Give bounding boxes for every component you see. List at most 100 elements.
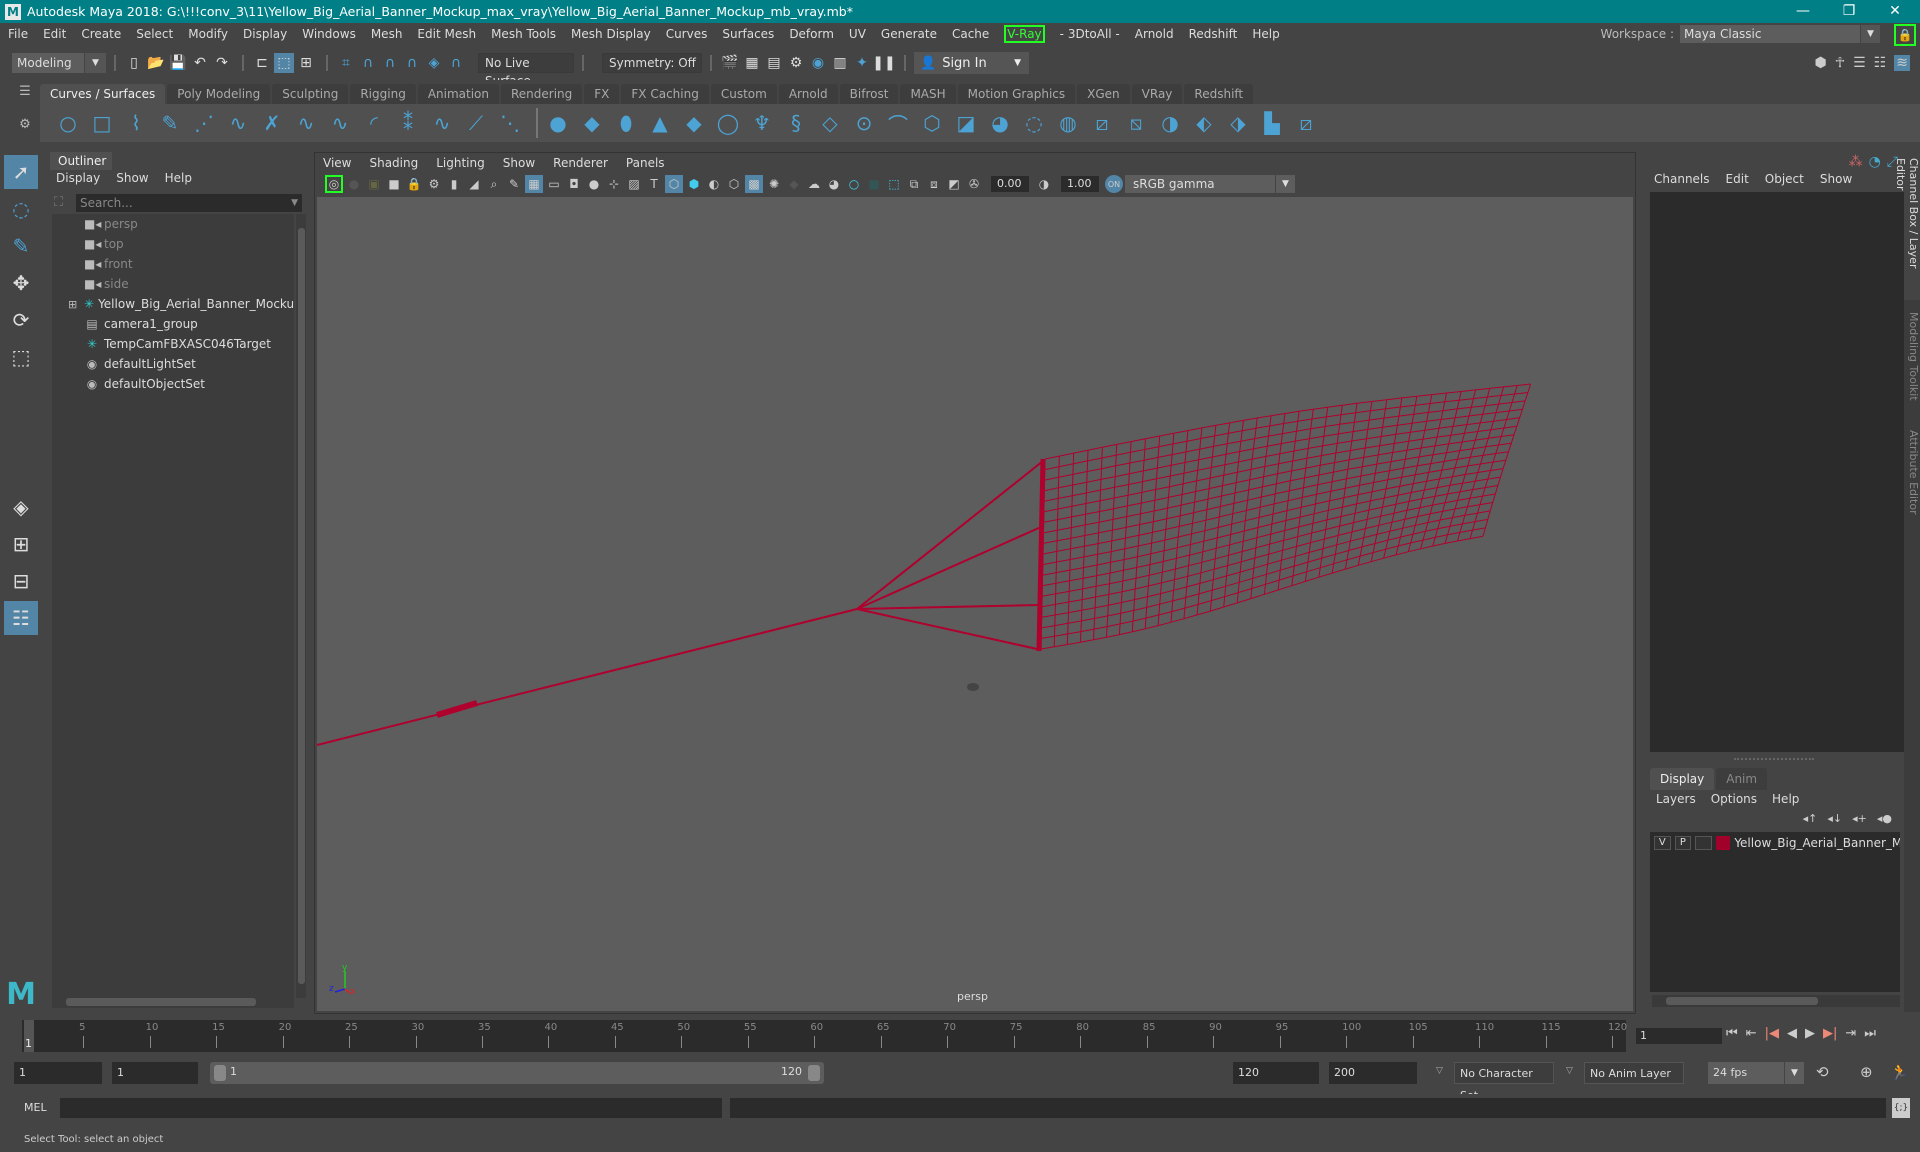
live-surface-field[interactable]: No Live Surface bbox=[478, 53, 574, 88]
move-layer-up-icon[interactable]: ◂↑ bbox=[1803, 812, 1818, 825]
command-input[interactable] bbox=[60, 1098, 722, 1118]
menu-edit-mesh[interactable]: Edit Mesh bbox=[417, 27, 476, 41]
loft-icon[interactable]: § bbox=[782, 109, 810, 137]
resolution-gate-icon[interactable]: ◘ bbox=[565, 175, 583, 193]
lock-camera-icon[interactable]: 🔒 bbox=[405, 175, 423, 193]
attribute-editor-toggle-icon[interactable]: ☰ bbox=[1853, 55, 1866, 71]
grease-pencil-icon[interactable]: ✎ bbox=[505, 175, 523, 193]
menu-set-dropdown[interactable]: Modeling ▼ bbox=[12, 53, 106, 73]
view-transform-dropdown[interactable]: sRGB gamma ▼ bbox=[1125, 175, 1295, 193]
chevron-down-icon[interactable]: ▼ bbox=[291, 194, 298, 212]
render-view-icon[interactable]: 🎬 bbox=[720, 53, 740, 73]
playback-end-field[interactable]: 120 bbox=[1233, 1062, 1319, 1084]
bevel-icon[interactable]: ⬡ bbox=[918, 109, 946, 137]
scrollbar-thumb[interactable] bbox=[298, 228, 305, 984]
cv-curve-icon[interactable]: ⌇ bbox=[122, 109, 150, 137]
minimize-button[interactable]: — bbox=[1780, 0, 1826, 23]
gate-mask-icon[interactable]: ● bbox=[585, 175, 603, 193]
time-slider[interactable]: 1 5 10 15 20 25 30 35 40 45 50 55 60 65 70 75 80 85 90 95 1… bbox=[22, 1020, 1627, 1052]
layer-display-type-toggle[interactable] bbox=[1695, 836, 1712, 850]
exposure-field[interactable]: 0.00 bbox=[991, 176, 1029, 192]
current-frame-field[interactable]: 1 bbox=[1636, 1028, 1722, 1044]
extend-curve-icon[interactable]: ⟋ bbox=[462, 109, 490, 137]
rotate-tool-icon[interactable]: ⟳ bbox=[4, 303, 38, 337]
shelf-tab-poly-modeling[interactable]: Poly Modeling bbox=[167, 84, 271, 104]
ep-curve-icon[interactable]: ⋰ bbox=[190, 109, 218, 137]
render-frame-icon[interactable]: ▦ bbox=[742, 53, 762, 73]
step-back-frame-icon[interactable]: |◀ bbox=[1765, 1026, 1779, 1041]
menu-mesh[interactable]: Mesh bbox=[371, 27, 403, 41]
round-icon[interactable]: ⧄ bbox=[1088, 109, 1116, 137]
snap-grid-icon[interactable]: ⌗ bbox=[336, 53, 356, 73]
menu-windows[interactable]: Windows bbox=[302, 27, 356, 41]
detach-curve-icon[interactable]: ∿ bbox=[326, 109, 354, 137]
scrollbar-thumb[interactable] bbox=[1666, 997, 1818, 1005]
hypershade-icon[interactable]: ◉ bbox=[808, 53, 828, 73]
shelf-tab-fx[interactable]: FX bbox=[584, 84, 620, 104]
range-slider[interactable]: 1 120 bbox=[210, 1062, 824, 1084]
color-management-toggle-icon[interactable]: ON bbox=[1105, 175, 1123, 193]
tab-display[interactable]: Display bbox=[1650, 768, 1715, 790]
step-forward-key-icon[interactable]: ⇥ bbox=[1845, 1026, 1856, 1041]
attach-curve-icon[interactable]: ∿ bbox=[292, 109, 320, 137]
viewport-menu-view[interactable]: View bbox=[323, 156, 351, 170]
lasso-tool-icon[interactable]: ◌ bbox=[4, 192, 38, 226]
nurbs-sphere-icon[interactable]: ● bbox=[544, 109, 572, 137]
shelf-tab-animation[interactable]: Animation bbox=[417, 84, 499, 104]
anim-layer-field[interactable]: No Anim Layer bbox=[1584, 1062, 1684, 1084]
two-pane-layout-icon[interactable]: ⊟ bbox=[4, 564, 38, 598]
default-material-icon[interactable]: ◐ bbox=[705, 175, 723, 193]
shadows-icon[interactable]: ◆ bbox=[785, 175, 803, 193]
textured-icon[interactable]: ▩ bbox=[745, 175, 763, 193]
xray-active-icon[interactable]: ⧈ bbox=[925, 175, 943, 193]
new-layer-icon[interactable]: ◂+ bbox=[1852, 812, 1867, 825]
play-backwards-icon[interactable]: ◀ bbox=[1787, 1026, 1797, 1041]
shelf-tab-fx-caching[interactable]: FX Caching bbox=[621, 84, 709, 104]
arc-tool-icon[interactable]: ◜ bbox=[360, 109, 388, 137]
open-scene-icon[interactable]: 📂 bbox=[146, 53, 166, 73]
expand-icon[interactable]: ⊞ bbox=[68, 298, 77, 311]
pause-render-icon[interactable]: ❚❚ bbox=[872, 53, 895, 73]
layer-horizontal-scrollbar[interactable] bbox=[1652, 995, 1900, 1007]
new-scene-icon[interactable]: ▯ bbox=[124, 53, 144, 73]
snap-view-plane-icon[interactable]: ∩ bbox=[402, 53, 422, 73]
new-layer-selected-icon[interactable]: ◂● bbox=[1877, 812, 1892, 825]
outliner-layout-icon[interactable]: ☷ bbox=[4, 601, 38, 635]
workspace-dropdown[interactable]: Maya Classic ▼ bbox=[1680, 25, 1880, 43]
intersect-icon[interactable]: ◑ bbox=[1156, 109, 1184, 137]
viewport-menu-lighting[interactable]: Lighting bbox=[436, 156, 485, 170]
menu-modify[interactable]: Modify bbox=[188, 27, 228, 41]
fps-dropdown[interactable]: 24 fps ▼ bbox=[1708, 1062, 1804, 1084]
loop-icon[interactable]: ⟲ bbox=[1816, 1063, 1829, 1081]
outliner-tab[interactable]: Outliner bbox=[50, 152, 112, 170]
go-to-end-icon[interactable]: ⏭ bbox=[1864, 1026, 1876, 1041]
nurbs-cube-icon[interactable]: ◆ bbox=[578, 109, 606, 137]
exposure-icon[interactable]: ✇ bbox=[965, 175, 983, 193]
nurbs-circle-icon[interactable]: ○ bbox=[54, 109, 82, 137]
gamma-field[interactable]: 1.00 bbox=[1061, 176, 1099, 192]
undo-icon[interactable]: ↶ bbox=[190, 53, 210, 73]
filter-icon[interactable]: ⛶ bbox=[54, 195, 63, 210]
script-editor-icon[interactable]: {;} bbox=[1892, 1098, 1910, 1118]
tab-modeling-toolkit[interactable]: Modeling Toolkit bbox=[1904, 306, 1920, 418]
stitch-icon[interactable]: ⬗ bbox=[1224, 109, 1252, 137]
outliner-item[interactable]: ✳ TempCamFBXASC046Target bbox=[52, 334, 294, 354]
end-time-field[interactable]: 200 bbox=[1329, 1062, 1417, 1084]
viewport-menu-panels[interactable]: Panels bbox=[626, 156, 665, 170]
outliner-item[interactable]: ◉ defaultObjectSet bbox=[52, 374, 294, 394]
outliner-item[interactable]: ■◂ persp bbox=[52, 214, 294, 234]
wireframe-icon[interactable]: ⬡ bbox=[665, 175, 683, 193]
gamma-icon[interactable]: ◑ bbox=[1035, 175, 1053, 193]
move-tool-icon[interactable]: ✥ bbox=[4, 266, 38, 300]
two-d-pan-zoom-icon[interactable]: ⌕ bbox=[485, 175, 503, 193]
shelf-tab-rigging[interactable]: Rigging bbox=[350, 84, 416, 104]
layer-menu-help[interactable]: Help bbox=[1772, 792, 1799, 806]
tab-attribute-editor[interactable]: Attribute Editor bbox=[1904, 424, 1920, 524]
modeling-toolkit-toggle-icon[interactable]: ⬢ bbox=[1814, 55, 1826, 71]
snap-point-icon[interactable]: ∩ bbox=[380, 53, 400, 73]
menu-help[interactable]: Help bbox=[1252, 27, 1279, 41]
ipr-render-icon[interactable]: ▤ bbox=[764, 53, 784, 73]
menu-3dtoall[interactable]: - 3DtoAll - bbox=[1060, 27, 1120, 41]
outliner-horizontal-scrollbar[interactable] bbox=[52, 996, 294, 1008]
wireframe-on-shaded-icon[interactable]: ⬡ bbox=[725, 175, 743, 193]
